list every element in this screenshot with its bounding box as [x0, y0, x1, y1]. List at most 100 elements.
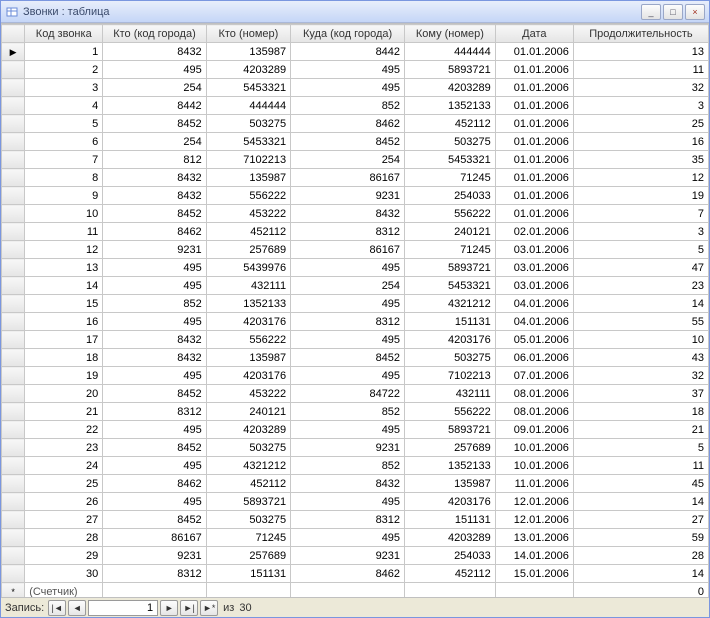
cell[interactable]: 5	[25, 115, 103, 133]
cell[interactable]: 8432	[103, 43, 206, 61]
cell[interactable]: 1352133	[206, 295, 290, 313]
cell[interactable]: 4203289	[405, 529, 496, 547]
row-selector[interactable]	[2, 133, 25, 151]
cell[interactable]: 254	[103, 133, 206, 151]
cell[interactable]: 14	[573, 565, 708, 583]
cell[interactable]: 495	[103, 367, 206, 385]
cell[interactable]: 432111	[405, 385, 496, 403]
cell[interactable]: 14	[573, 295, 708, 313]
cell[interactable]: 4	[25, 97, 103, 115]
cell[interactable]: 9231	[103, 241, 206, 259]
row-selector[interactable]	[2, 61, 25, 79]
cell[interactable]: 10.01.2006	[495, 439, 573, 457]
cell[interactable]: 495	[291, 61, 405, 79]
cell[interactable]: 8432	[103, 349, 206, 367]
cell[interactable]: 84722	[291, 385, 405, 403]
cell[interactable]: 495	[291, 259, 405, 277]
cell[interactable]: 254	[103, 79, 206, 97]
cell[interactable]: 8462	[291, 115, 405, 133]
close-button[interactable]: ×	[685, 4, 705, 20]
cell[interactable]: 3	[573, 223, 708, 241]
table-row[interactable]: 278452503275831215113112.01.200627	[2, 511, 709, 529]
cell[interactable]: 495	[103, 61, 206, 79]
cell[interactable]: 254033	[405, 187, 496, 205]
cell[interactable]: 47	[573, 259, 708, 277]
cell[interactable]: 20	[25, 385, 103, 403]
cell[interactable]: 5453321	[405, 277, 496, 295]
cell[interactable]: 21	[573, 421, 708, 439]
cell[interactable]: 503275	[206, 439, 290, 457]
cell[interactable]: 5439976	[206, 259, 290, 277]
cell[interactable]: 12.01.2006	[495, 493, 573, 511]
row-selector[interactable]	[2, 511, 25, 529]
cell[interactable]: 8432	[291, 475, 405, 493]
cell[interactable]: 04.01.2006	[495, 295, 573, 313]
cell[interactable]: 4321212	[206, 457, 290, 475]
cell[interactable]: 4203176	[206, 313, 290, 331]
table-row[interactable]: 62545453321845250327501.01.200616	[2, 133, 709, 151]
cell[interactable]: 17	[25, 331, 103, 349]
datasheet-grid[interactable]: Код звонка Кто (код города) Кто (номер) …	[1, 23, 709, 597]
select-all-corner[interactable]	[2, 25, 25, 43]
cell[interactable]: 151131	[405, 313, 496, 331]
cell[interactable]: 5893721	[206, 493, 290, 511]
cell[interactable]: 01.01.2006	[495, 61, 573, 79]
column-header[interactable]: Кому (номер)	[405, 25, 496, 43]
cell[interactable]: 852	[291, 403, 405, 421]
cell[interactable]: 10.01.2006	[495, 457, 573, 475]
cell[interactable]: 59	[573, 529, 708, 547]
column-header[interactable]: Код звонка	[25, 25, 103, 43]
cell[interactable]: 16	[573, 133, 708, 151]
cell[interactable]: 495	[103, 493, 206, 511]
row-selector[interactable]: *	[2, 583, 25, 598]
row-selector[interactable]: ▶	[2, 43, 25, 61]
cell[interactable]: 8312	[103, 565, 206, 583]
cell[interactable]: 4203289	[206, 421, 290, 439]
cell[interactable]: 5893721	[405, 421, 496, 439]
cell[interactable]: 257689	[405, 439, 496, 457]
table-row[interactable]: 238452503275923125768910.01.20065	[2, 439, 709, 457]
table-row[interactable]: 164954203176831215113104.01.200655	[2, 313, 709, 331]
cell[interactable]: 71245	[206, 529, 290, 547]
cell[interactable]: 1	[25, 43, 103, 61]
cell[interactable]: 30	[25, 565, 103, 583]
table-row[interactable]: 108452453222843255622201.01.20067	[2, 205, 709, 223]
cell[interactable]: 01.01.2006	[495, 151, 573, 169]
cell[interactable]: 8312	[291, 511, 405, 529]
cell[interactable]: 35	[573, 151, 708, 169]
cell[interactable]: 8452	[291, 349, 405, 367]
cell[interactable]: 1352133	[405, 97, 496, 115]
cell[interactable]: 15	[25, 295, 103, 313]
cell[interactable]: 852	[291, 97, 405, 115]
cell[interactable]: 01.01.2006	[495, 187, 573, 205]
cell[interactable]: 01.01.2006	[495, 115, 573, 133]
cell[interactable]: 9	[25, 187, 103, 205]
cell[interactable]: 01.01.2006	[495, 43, 573, 61]
table-row[interactable]: 258462452112843213598711.01.200645	[2, 475, 709, 493]
cell[interactable]: 8452	[291, 133, 405, 151]
cell[interactable]: 06.01.2006	[495, 349, 573, 367]
cell[interactable]: 01.01.2006	[495, 79, 573, 97]
cell[interactable]: 812	[103, 151, 206, 169]
cell[interactable]: 9231	[291, 187, 405, 205]
cell[interactable]: 11	[573, 457, 708, 475]
cell[interactable]: 8452	[103, 511, 206, 529]
cell[interactable]: 13.01.2006	[495, 529, 573, 547]
cell[interactable]: 13	[573, 43, 708, 61]
cell[interactable]: 29	[25, 547, 103, 565]
nav-next-button[interactable]: ►	[160, 600, 178, 616]
row-selector[interactable]	[2, 205, 25, 223]
cell[interactable]: 5893721	[405, 61, 496, 79]
cell[interactable]: 26	[25, 493, 103, 511]
cell[interactable]: 13	[25, 259, 103, 277]
cell[interactable]: 495	[291, 367, 405, 385]
cell[interactable]: 37	[573, 385, 708, 403]
cell[interactable]: 151131	[405, 511, 496, 529]
table-row[interactable]: 194954203176495710221307.01.200632	[2, 367, 709, 385]
cell[interactable]: 25	[573, 115, 708, 133]
cell[interactable]: 4203289	[405, 79, 496, 97]
cell[interactable]	[291, 583, 405, 598]
cell[interactable]: 495	[291, 529, 405, 547]
cell[interactable]: 71245	[405, 169, 496, 187]
cell[interactable]: 02.01.2006	[495, 223, 573, 241]
